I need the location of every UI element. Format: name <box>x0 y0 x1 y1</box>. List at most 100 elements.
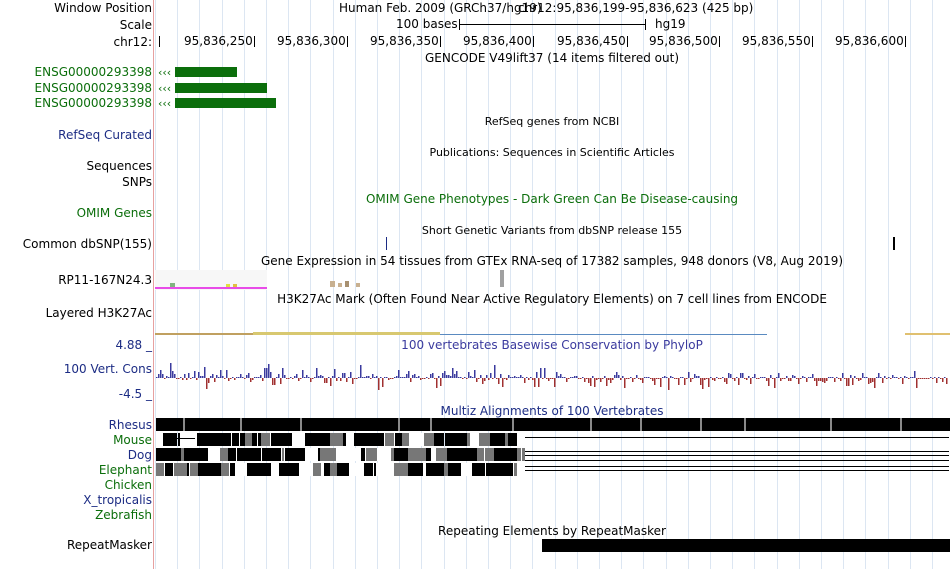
multiz-block <box>409 433 424 446</box>
multiz-block <box>347 433 354 446</box>
multiz-gap-rhesus <box>744 418 746 431</box>
multiz-block <box>305 433 312 446</box>
multiz-block <box>282 448 284 461</box>
multiz-block <box>438 463 444 476</box>
multiz-block <box>318 448 320 461</box>
multiz-block <box>178 433 180 446</box>
multiz-block <box>423 463 426 476</box>
multiz-gap-rhesus <box>590 418 592 431</box>
multiz-block <box>494 448 502 461</box>
multiz-block <box>220 448 228 461</box>
ruler-tick <box>627 36 628 47</box>
multiz-block <box>221 463 229 476</box>
multiz-gap-rhesus <box>700 418 702 431</box>
multiz-block <box>252 433 257 446</box>
multiz-block <box>384 463 393 476</box>
ruler-tick <box>347 36 348 47</box>
multiz-block <box>158 448 168 461</box>
multiz-block <box>408 463 423 476</box>
multiz-block <box>174 463 187 476</box>
multiz-block <box>502 448 517 461</box>
multiz-block <box>514 463 517 476</box>
multiz-block <box>486 463 498 476</box>
multiz-block <box>477 448 484 461</box>
multiz-block <box>467 433 470 446</box>
multiz-block <box>284 433 292 446</box>
multiz-block <box>385 433 394 446</box>
multiz-block <box>330 433 334 446</box>
multiz-block <box>498 463 509 476</box>
multiz-block <box>271 463 278 476</box>
multiz-block <box>434 433 444 446</box>
multiz-block <box>426 463 438 476</box>
multiz-block <box>180 433 194 446</box>
multiz-block <box>190 463 198 476</box>
repeatmasker-track-label[interactable]: RepeatMasker <box>67 538 152 553</box>
multiz-block <box>174 433 177 446</box>
multiz-block <box>517 433 522 446</box>
multiz-block <box>465 448 477 461</box>
multiz-block <box>292 433 305 446</box>
multiz-block <box>195 433 197 446</box>
multiz-block <box>432 448 436 461</box>
multiz-block <box>198 463 208 476</box>
multiz-block <box>364 463 369 476</box>
multiz-block <box>284 463 299 476</box>
multiz-block <box>366 448 377 461</box>
ruler-tick <box>812 36 813 47</box>
multiz-block <box>481 463 485 476</box>
multiz-block <box>330 463 337 476</box>
ruler-tick-label: 95,836,250 <box>184 34 253 48</box>
multiz-block <box>258 433 261 446</box>
multiz-gap-rhesus <box>398 418 400 431</box>
multiz-block <box>472 463 474 476</box>
multiz-block <box>395 433 402 446</box>
multiz-gap-rhesus <box>430 418 432 431</box>
multiz-block <box>417 448 426 461</box>
multiz-block <box>279 463 284 476</box>
multiz-block <box>408 448 417 461</box>
multiz-block <box>240 433 245 446</box>
ruler-tick-label: 95,836,350 <box>370 34 439 48</box>
multiz-block <box>377 448 391 461</box>
multiz-block <box>298 448 300 461</box>
multiz-block <box>346 448 361 461</box>
multiz-block <box>522 448 525 461</box>
ruler-tick-label: 95,836,400 <box>463 34 532 48</box>
multiz-block <box>374 463 376 476</box>
multiz-block <box>156 463 164 476</box>
multiz-block <box>337 463 349 476</box>
multiz-block <box>391 448 394 461</box>
multiz-block <box>271 433 284 446</box>
multiz-block <box>448 463 461 476</box>
multiz-block <box>394 448 408 461</box>
repeat-element[interactable] <box>542 539 950 552</box>
multiz-block <box>261 433 270 446</box>
multiz-block <box>508 433 512 446</box>
multiz-block <box>300 448 305 461</box>
multiz-block <box>334 433 343 446</box>
multiz-block <box>299 463 313 476</box>
multiz-block <box>453 433 462 446</box>
multiz-line <box>525 451 949 452</box>
multiz-gap-rhesus <box>640 418 642 431</box>
ruler-tick <box>254 36 255 47</box>
multiz-block <box>349 463 364 476</box>
multiz-block <box>424 433 434 446</box>
multiz-block <box>394 463 408 476</box>
multiz-block <box>444 463 448 476</box>
multiz-block <box>354 433 366 446</box>
multiz-block <box>321 463 324 476</box>
multiz-line <box>525 460 949 461</box>
multiz-block <box>313 463 321 476</box>
multiz-line <box>525 470 949 471</box>
multiz-block <box>470 433 478 446</box>
multiz-block <box>495 433 505 446</box>
multiz-block <box>306 448 318 461</box>
multiz-block <box>479 433 490 446</box>
multiz-block <box>328 448 336 461</box>
multiz-block <box>490 433 495 446</box>
multiz-block <box>187 463 189 476</box>
ruler-tick-label: 95,836,500 <box>649 34 718 48</box>
multiz-line <box>175 438 195 439</box>
